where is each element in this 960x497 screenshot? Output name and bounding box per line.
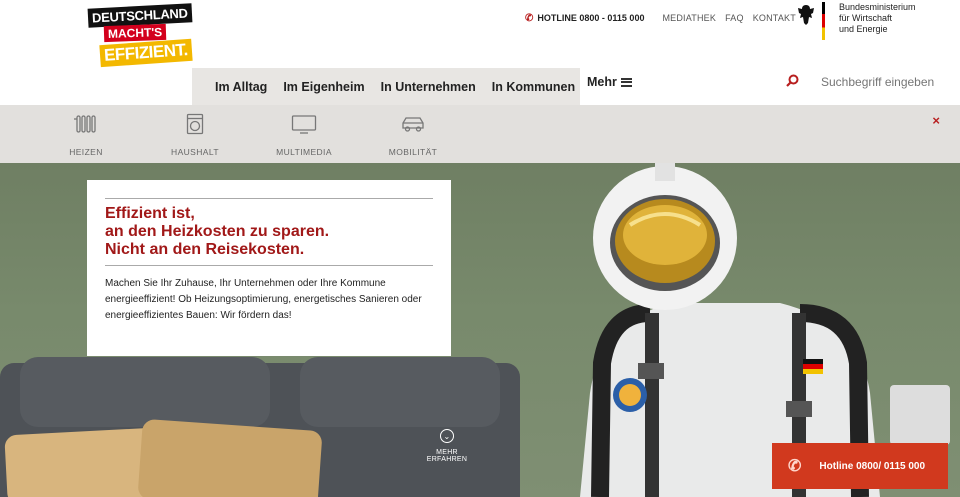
more-label: Mehr xyxy=(587,75,617,89)
category-subnav: HEIZEN HAUSHALT MULTIMEDIA MOBILITÄT xyxy=(0,105,960,163)
main-nav: Im Alltag Im Eigenheim In Unternehmen In… xyxy=(192,68,580,105)
hero-headline: Effizient ist, an den Heizkosten zu spar… xyxy=(105,205,433,259)
subnav-item-heizen[interactable]: HEIZEN xyxy=(46,113,126,157)
more-menu-button[interactable]: Mehr xyxy=(587,75,632,89)
phone-icon: ✆ xyxy=(525,12,534,24)
chevron-down-icon: ⌄ xyxy=(440,429,454,443)
hero-body-text: Machen Sie Ihr Zuhause, Ihr Unternehmen … xyxy=(105,278,422,321)
nav-in-unternehmen[interactable]: In Unternehmen xyxy=(381,80,476,94)
subnav-item-haushalt[interactable]: HAUSHALT xyxy=(155,113,235,157)
hotline-button-label: Hotline 0800/ 0115 000 xyxy=(819,460,926,472)
close-subnav-button[interactable]: × xyxy=(932,113,940,128)
nav-in-kommunen[interactable]: In Kommunen xyxy=(492,80,575,94)
subnav-label: MULTIMEDIA xyxy=(276,147,332,157)
subnav-item-multimedia[interactable]: MULTIMEDIA xyxy=(264,113,344,157)
subnav-label: MOBILITÄT xyxy=(388,147,438,157)
cushion-image xyxy=(137,418,323,497)
learn-more-label: MEHR ERFAHREN xyxy=(426,449,468,463)
car-icon xyxy=(402,117,424,132)
ministry-line-2: für Wirtschaft xyxy=(839,13,893,23)
phone-icon: ✆ xyxy=(788,458,802,475)
divider xyxy=(105,198,433,199)
divider xyxy=(105,265,433,266)
search-input[interactable] xyxy=(821,75,946,89)
subnav-item-mobilitaet[interactable]: MOBILITÄT xyxy=(373,113,453,157)
mediathek-link[interactable]: MEDIATHEK xyxy=(662,13,716,23)
ministry-line-3: und Energie xyxy=(839,24,888,34)
hamburger-icon xyxy=(620,77,632,87)
headline-line-2: an den Heizkosten zu sparen. xyxy=(105,223,330,240)
subnav-label: HAUSHALT xyxy=(171,147,219,157)
hotline-text: HOTLINE 0800 - 0115 000 xyxy=(537,13,645,23)
ministry-line-1: Bundesministerium xyxy=(839,2,916,12)
site-logo[interactable]: DEUTSCHLAND MACHT'S EFFIZIENT. xyxy=(87,3,193,72)
headline-line-1: Effizient ist, xyxy=(105,205,195,222)
hotline-link[interactable]: ✆ HOTLINE 0800 - 0115 000 xyxy=(525,13,644,24)
logo-line-3: EFFIZIENT. xyxy=(99,38,193,68)
federal-eagle-icon xyxy=(798,5,814,25)
tv-icon xyxy=(291,115,317,134)
logo-line-2: MACHT'S xyxy=(103,23,167,43)
nav-im-eigenheim[interactable]: Im Eigenheim xyxy=(283,80,364,94)
headline-line-3: Nicht an den Reisekosten. xyxy=(105,241,305,258)
learn-more-button[interactable]: ⌄ MEHR ERFAHREN xyxy=(418,429,476,463)
hotline-button[interactable]: ✆ Hotline 0800/ 0115 000 xyxy=(772,443,948,489)
ministry-logo[interactable]: Bundesministerium für Wirtschaft und Ene… xyxy=(822,2,916,40)
utility-nav: ✆ HOTLINE 0800 - 0115 000 MEDIATHEK FAQ … xyxy=(525,11,805,25)
search-icon[interactable] xyxy=(786,74,799,87)
faq-link[interactable]: FAQ xyxy=(725,13,744,23)
subnav-label: HEIZEN xyxy=(69,147,103,157)
kontakt-link[interactable]: KONTAKT xyxy=(753,13,796,23)
radiator-icon xyxy=(74,115,96,133)
radiator-image xyxy=(890,385,950,445)
page: DEUTSCHLAND MACHT'S EFFIZIENT. ✆ HOTLINE… xyxy=(0,0,960,497)
hero-card: Effizient ist, an den Heizkosten zu spar… xyxy=(87,180,451,356)
hero-banner: Effizient ist, an den Heizkosten zu spar… xyxy=(0,163,960,497)
nav-im-alltag[interactable]: Im Alltag xyxy=(215,80,267,94)
washing-machine-icon xyxy=(186,113,204,135)
